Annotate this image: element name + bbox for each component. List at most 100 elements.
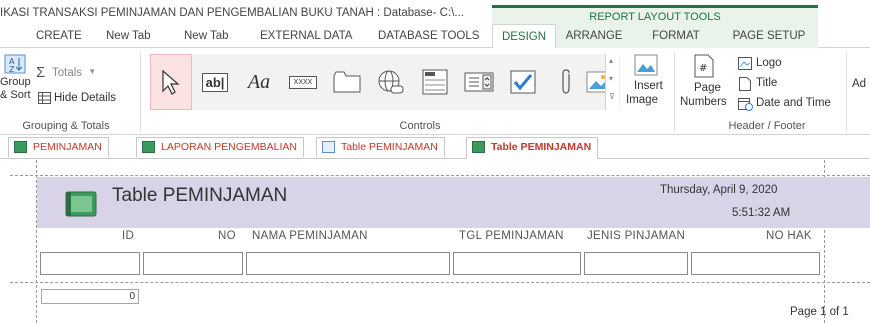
scroll-down-icon: ▾	[609, 74, 614, 83]
tab-page-setup[interactable]: PAGE SETUP	[720, 24, 818, 49]
section-divider	[10, 175, 870, 176]
folder-tab-icon	[333, 71, 361, 93]
page-numbers-line2: Numbers	[680, 96, 727, 108]
doc-tab-peminjaman[interactable]: PEMINJAMAN	[8, 137, 109, 157]
combo-box-control-button[interactable]	[458, 54, 500, 110]
record-count-textbox[interactable]: 0	[41, 289, 139, 304]
totals-button[interactable]: Σ Totals ▾	[36, 64, 116, 82]
button-control-button[interactable]: XXXX	[282, 54, 324, 110]
tab-external-data[interactable]: EXTERNAL DATA	[260, 30, 352, 42]
chevron-down-icon: ▾	[90, 66, 95, 76]
group-label-line2: & Sort	[0, 89, 31, 101]
report-date[interactable]: Thursday, April 9, 2020	[660, 184, 777, 196]
report-icon	[472, 141, 485, 153]
report-title[interactable]: Table PEMINJAMAN	[112, 185, 287, 207]
insert-image-line1: Insert	[634, 80, 663, 92]
group-sort-button[interactable]: A Z Group & Sort	[0, 52, 31, 110]
doc-tab-table-peminjaman[interactable]: Table PEMINJAMAN	[316, 137, 445, 157]
tab-control-button[interactable]	[326, 54, 368, 110]
column-header-no[interactable]: NO	[218, 230, 236, 242]
tab-format[interactable]: FORMAT	[632, 24, 720, 49]
globe-link-icon	[378, 70, 404, 94]
page-numbers-line1: Page	[694, 82, 721, 94]
page-number-icon: #	[694, 54, 714, 78]
title-button[interactable]: Title	[738, 76, 808, 92]
sum-icon: Σ	[36, 64, 46, 81]
report-icon	[142, 141, 155, 153]
title-bar: IKASI TRANSAKSI PEMINJAMAN DAN PENGEMBAL…	[0, 0, 870, 27]
controls-gallery: ab| Aa XXXX	[150, 54, 620, 110]
label-control-button[interactable]: Aa	[238, 54, 280, 110]
field-no-textbox[interactable]	[143, 252, 243, 275]
tab-new-tab-2[interactable]: New Tab	[184, 30, 229, 42]
insert-image-line2: Image	[626, 94, 658, 106]
scroll-up-icon: ▴	[609, 56, 614, 65]
column-header-tgl-peminjaman[interactable]: TGL PEMINJAMAN	[459, 230, 564, 242]
date-time-button[interactable]: Date and Time	[738, 96, 848, 112]
document-tab-bar: PEMINJAMAN LAPORAN PENGEMBALIAN Table PE…	[0, 135, 870, 159]
hide-details-label: Hide Details	[54, 92, 116, 104]
checkbox-icon	[510, 70, 536, 94]
column-header-jenis-pinjaman[interactable]: JENIS PINJAMAN	[587, 230, 685, 242]
textbox-icon: ab|	[201, 72, 229, 92]
logo-icon	[738, 57, 752, 70]
tab-new-tab-1[interactable]: New Tab	[106, 30, 151, 42]
navigation-control-button[interactable]	[414, 54, 456, 110]
tab-create[interactable]: CREATE	[36, 30, 82, 42]
title-label: Title	[756, 77, 778, 89]
calendar-clock-icon	[738, 98, 753, 111]
column-header-no-hak[interactable]: NO HAK	[766, 230, 812, 242]
tab-database-tools[interactable]: DATABASE TOOLS	[378, 30, 479, 42]
report-logo-icon[interactable]	[64, 190, 98, 218]
app-title: IKASI TRANSAKSI PEMINJAMAN DAN PENGEMBAL…	[0, 7, 464, 19]
ribbon: A Z Group & Sort Σ Totals ▾ Hide Details…	[0, 48, 870, 135]
grouping-totals-group-label: Grouping & Totals	[22, 120, 110, 132]
logo-button[interactable]: Logo	[738, 56, 808, 72]
field-no-hak-textbox[interactable]	[691, 252, 820, 275]
navigation-icon	[422, 69, 448, 95]
hyperlink-control-button[interactable]	[370, 54, 412, 110]
pointer-icon	[162, 69, 180, 95]
insert-image-button[interactable]: Insert Image	[624, 54, 668, 112]
report-time[interactable]: 5:51:32 AM	[732, 207, 790, 219]
field-id-textbox[interactable]	[40, 252, 140, 275]
command-button-icon: XXXX	[288, 75, 318, 89]
paperclip-icon	[562, 69, 570, 94]
column-header-nama-peminjaman[interactable]: NAMA PEMINJAMAN	[252, 230, 368, 242]
doc-tab-table-peminjaman-report[interactable]: Table PEMINJAMAN	[466, 137, 599, 159]
textbox-control-button[interactable]: ab|	[194, 54, 236, 110]
group-label-line1: Group	[0, 76, 31, 88]
column-header-id[interactable]: ID	[122, 230, 134, 242]
doc-tab-label: Table PEMINJAMAN	[491, 141, 592, 153]
combo-box-icon	[464, 72, 494, 92]
hide-details-icon	[38, 92, 51, 104]
gallery-scroll[interactable]: ▴ ▾ ⊽	[605, 54, 619, 110]
tab-design[interactable]: DESIGN	[492, 24, 556, 49]
section-divider	[10, 282, 870, 283]
field-tgl-peminjaman-textbox[interactable]	[453, 252, 581, 275]
logo-label: Logo	[756, 57, 782, 69]
page-numbers-button[interactable]: # Page Numbers	[680, 54, 728, 112]
svg-text:Z: Z	[9, 65, 15, 74]
tab-arrange[interactable]: ARRANGE	[556, 24, 632, 49]
hide-details-button[interactable]: Hide Details	[36, 90, 136, 108]
ribbon-tab-row: CREATE New Tab New Tab EXTERNAL DATA DAT…	[0, 24, 870, 49]
doc-tab-laporan-pengembalian[interactable]: LAPORAN PENGEMBALIAN	[136, 137, 304, 157]
date-time-label: Date and Time	[756, 97, 831, 109]
doc-tab-label: PEMINJAMAN	[33, 141, 102, 153]
page-number-text[interactable]: Page 1 of 1	[790, 306, 849, 318]
doc-tab-label: Table PEMINJAMAN	[341, 141, 438, 153]
totals-label: Totals	[52, 67, 83, 79]
field-jenis-pinjaman-textbox[interactable]	[584, 252, 688, 275]
checkbox-control-button[interactable]	[502, 54, 544, 110]
add-existing-fields-button[interactable]: Ad	[852, 78, 866, 90]
group-divider	[674, 52, 675, 132]
select-pointer-button[interactable]	[150, 54, 192, 110]
field-nama-peminjaman-textbox[interactable]	[246, 252, 450, 275]
context-tools-label: REPORT LAYOUT TOOLS	[589, 11, 721, 23]
label-icon: Aa	[247, 70, 271, 93]
group-divider	[846, 52, 847, 132]
table-icon	[322, 141, 335, 153]
form-icon	[14, 141, 27, 153]
controls-group-label: Controls	[399, 120, 441, 132]
